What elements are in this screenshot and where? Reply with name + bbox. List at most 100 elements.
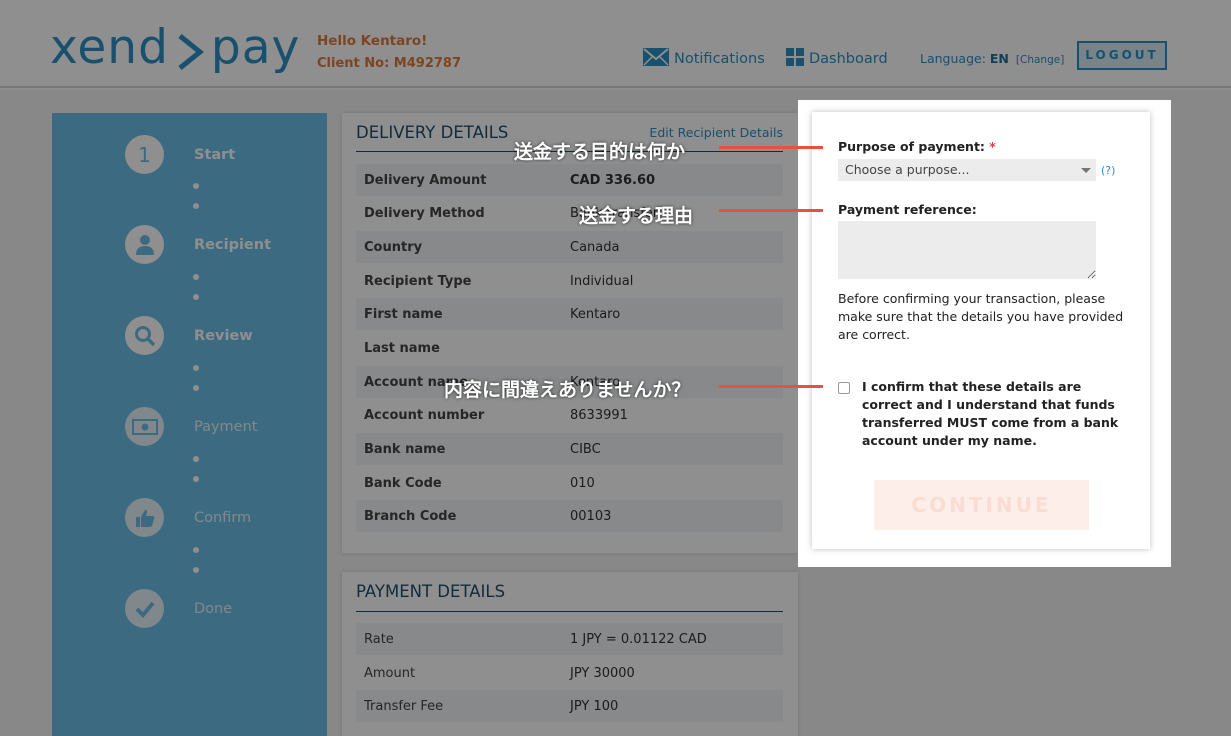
language-code: EN bbox=[989, 51, 1009, 66]
step-connector-dot bbox=[193, 294, 199, 300]
number-1-icon: 1 bbox=[125, 135, 164, 174]
delivery-details-title: DELIVERY DETAILS bbox=[356, 123, 509, 142]
table-row: First name Kentaro bbox=[356, 298, 783, 330]
step-connector-dot bbox=[193, 274, 199, 280]
language-selector: Language: EN [Change] bbox=[920, 51, 1064, 66]
step-connector-dot bbox=[193, 183, 199, 189]
row-value: 8633991 bbox=[570, 407, 628, 423]
continue-button[interactable]: CONTINUE bbox=[874, 480, 1089, 530]
annotation-pointer-line bbox=[719, 146, 823, 149]
chevron-down-icon bbox=[1081, 168, 1091, 173]
step-label: Done bbox=[194, 600, 233, 617]
row-key: Bank Code bbox=[364, 475, 442, 491]
step-connector-dot bbox=[193, 476, 199, 482]
step-connector-dot bbox=[193, 385, 199, 391]
xendpay-logo[interactable]: xend pay bbox=[50, 18, 300, 78]
row-key: Delivery Method bbox=[364, 205, 485, 221]
magnifier-icon bbox=[125, 316, 164, 355]
client-number: Client No: M492787 bbox=[317, 56, 462, 71]
row-value: CAD 336.60 bbox=[570, 172, 656, 188]
table-row: Country Canada bbox=[356, 231, 783, 263]
step-label: Recipient bbox=[194, 236, 272, 253]
notifications-link[interactable]: Notifications bbox=[643, 48, 765, 70]
row-value: JPY 30000 bbox=[570, 665, 635, 681]
step-payment: Payment bbox=[125, 407, 257, 446]
checkmark-icon bbox=[125, 589, 164, 628]
row-key: Last name bbox=[364, 340, 440, 356]
progress-sidebar: 1 Start Recipient Review Payment Confirm bbox=[52, 113, 327, 736]
banknote-icon bbox=[125, 407, 164, 446]
step-recipient: Recipient bbox=[125, 225, 271, 264]
table-row: Bank name CIBC bbox=[356, 433, 783, 465]
annotation-confirm: 内容に間違えありませんか？ bbox=[444, 379, 691, 401]
required-marker: * bbox=[989, 139, 996, 154]
row-key: Rate bbox=[364, 631, 394, 647]
purpose-label-text: Purpose of payment: bbox=[838, 139, 985, 154]
reference-label: Payment reference: bbox=[838, 202, 977, 217]
step-confirm: Confirm bbox=[125, 498, 251, 537]
row-value: CIBC bbox=[570, 441, 601, 457]
table-row: Delivery Amount CAD 336.60 bbox=[356, 164, 783, 196]
site-header: xend pay Hello Kentaro! Client No: M49278… bbox=[0, 0, 1231, 88]
annotation-pointer-line bbox=[719, 385, 823, 388]
step-start: 1 Start bbox=[125, 135, 235, 174]
annotation-purpose: 送金する目的は何か bbox=[514, 141, 686, 163]
step-connector-dot bbox=[193, 547, 199, 553]
person-icon bbox=[125, 225, 164, 264]
row-key: Delivery Amount bbox=[364, 172, 487, 188]
row-value: Canada bbox=[570, 239, 620, 255]
step-label: Start bbox=[194, 146, 236, 163]
step-label: Payment bbox=[194, 418, 258, 435]
step-label: Confirm bbox=[194, 509, 252, 526]
logo-text-left: xend bbox=[50, 20, 169, 75]
row-key: Transfer Fee bbox=[364, 698, 444, 714]
purpose-help-link[interactable]: (?) bbox=[1101, 164, 1115, 177]
step-connector-dot bbox=[193, 567, 199, 573]
language-change-link[interactable]: [Change] bbox=[1016, 54, 1064, 66]
row-value: Kentaro bbox=[570, 306, 621, 322]
envelope-icon bbox=[643, 48, 669, 70]
notifications-label: Notifications bbox=[674, 51, 765, 67]
dashboard-grid-icon bbox=[786, 48, 804, 70]
step-connector-dot bbox=[193, 203, 199, 209]
confirm-checkbox-label[interactable]: I confirm that these details are correct… bbox=[862, 378, 1132, 450]
table-row: Recipient Type Individual bbox=[356, 265, 783, 297]
row-key: Recipient Type bbox=[364, 273, 472, 289]
payment-reference-input[interactable] bbox=[838, 221, 1096, 279]
thumbs-up-icon bbox=[125, 498, 164, 537]
payment-details-title: PAYMENT DETAILS bbox=[356, 582, 506, 601]
logout-button[interactable]: LOGOUT bbox=[1077, 41, 1167, 70]
row-key: Amount bbox=[364, 665, 416, 681]
step-label: Review bbox=[194, 327, 253, 344]
table-row: Last name bbox=[356, 332, 783, 364]
table-row: Transfer Fee JPY 100 bbox=[356, 690, 783, 722]
language-label: Language: bbox=[920, 51, 986, 66]
row-key: Country bbox=[364, 239, 423, 255]
step-connector-dot bbox=[193, 365, 199, 371]
table-row: Bank Code 010 bbox=[356, 467, 783, 499]
purpose-select[interactable]: Choose a purpose... bbox=[838, 159, 1096, 181]
title-divider bbox=[356, 611, 783, 612]
greeting: Hello Kentaro! bbox=[317, 33, 428, 49]
row-key: Branch Code bbox=[364, 508, 457, 524]
payment-purpose-form: Purpose of payment: * Choose a purpose..… bbox=[812, 112, 1150, 549]
logo-text-right: pay bbox=[210, 20, 301, 75]
row-value: 1 JPY = 0.01122 CAD bbox=[570, 631, 707, 647]
step-connector-dot bbox=[193, 456, 199, 462]
table-row: Amount JPY 30000 bbox=[356, 657, 783, 689]
table-row: Delivery Method Bank transfer bbox=[356, 197, 783, 229]
row-value: Individual bbox=[570, 273, 634, 289]
row-key: Account number bbox=[364, 407, 485, 423]
dashboard-link[interactable]: Dashboard bbox=[786, 48, 888, 70]
table-row: Branch Code 00103 bbox=[356, 500, 783, 532]
step-review: Review bbox=[125, 316, 253, 355]
confirm-checkbox[interactable] bbox=[838, 382, 850, 394]
annotation-pointer-line bbox=[719, 209, 823, 212]
table-row: Account number 8633991 bbox=[356, 399, 783, 431]
annotation-reference: 送金する理由 bbox=[579, 205, 694, 227]
purpose-label: Purpose of payment: * bbox=[838, 139, 996, 154]
row-value: JPY 100 bbox=[570, 698, 619, 714]
logo-chevron-icon bbox=[175, 29, 205, 73]
dashboard-label: Dashboard bbox=[809, 51, 888, 67]
table-row: Rate 1 JPY = 0.01122 CAD bbox=[356, 623, 783, 655]
